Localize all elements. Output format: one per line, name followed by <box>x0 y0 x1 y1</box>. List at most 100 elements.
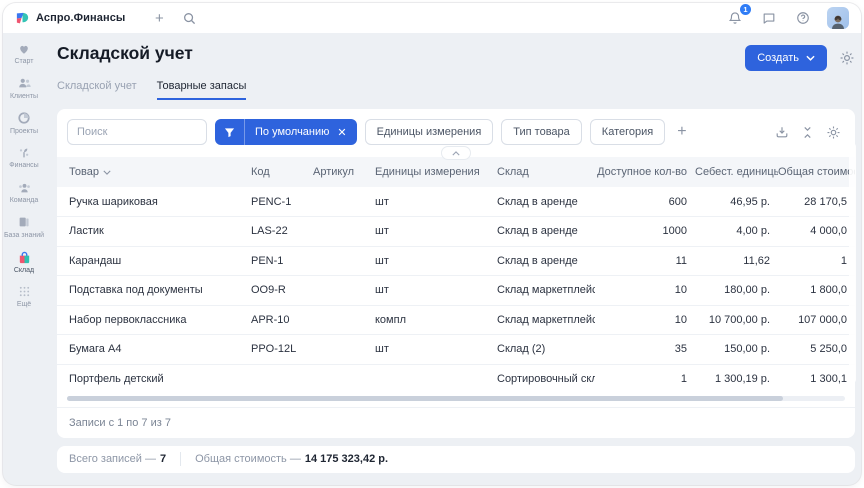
chevron-up-icon <box>452 151 460 156</box>
total-records-value: 7 <box>160 453 166 465</box>
sidebar-item-label: Проекты <box>10 128 38 137</box>
sidebar-item-label: Старт <box>14 58 33 67</box>
cell-total: 1 800,0 <box>778 276 855 306</box>
sidebar-item-label: Финансы <box>9 162 38 171</box>
main-content: Складской учет Создать Складской учет То… <box>45 33 861 485</box>
cell-warehouse: Склад маркетплейса <box>497 305 595 335</box>
collapse-rows-button[interactable] <box>802 126 813 139</box>
collapse-rows-icon <box>802 126 813 139</box>
horizontal-scrollbar-thumb[interactable] <box>67 396 783 401</box>
cell-qty: 1 <box>595 364 695 394</box>
notifications-button[interactable]: 1 <box>725 8 745 28</box>
sort-chevron-icon[interactable] <box>103 170 111 175</box>
sidebar: Старт Клиенты Проекты Финансы Команда Ба… <box>3 33 45 485</box>
cell-qty: 11 <box>595 246 695 276</box>
create-button[interactable]: Создать <box>745 45 827 71</box>
add-tab-button[interactable]: + <box>149 8 169 28</box>
vertical-scrollbar[interactable] <box>849 143 856 383</box>
export-button[interactable] <box>775 125 789 139</box>
cell-unit: компл <box>375 305 497 335</box>
cell-article <box>313 364 375 394</box>
cell-product: Портфель детский <box>57 364 251 394</box>
column-header-unit-cost[interactable]: Себест. единицы <box>695 157 778 187</box>
cell-product: Карандаш <box>57 246 251 276</box>
table-row[interactable]: Набор первоклассника APR-10 компл Склад … <box>57 305 855 335</box>
cell-code: APR-10 <box>251 305 313 335</box>
sidebar-item-finance[interactable]: Финансы <box>3 145 45 171</box>
add-filter-button[interactable]: + <box>677 123 686 141</box>
total-cost-label: Общая стоимость — <box>195 453 301 465</box>
cell-article <box>313 187 375 217</box>
more-icon <box>18 284 31 299</box>
sidebar-item-team[interactable]: Команда <box>3 180 45 206</box>
sidebar-item-knowledge-base[interactable]: База знаний <box>3 215 45 241</box>
chat-icon <box>762 11 776 25</box>
column-header-unit[interactable]: Единицы измерения <box>375 157 497 187</box>
cell-product: Набор первоклассника <box>57 305 251 335</box>
cell-unit-cost: 1 300,19 р. <box>695 364 778 394</box>
page-title: Складской учет <box>57 43 193 64</box>
knowledge-base-icon <box>17 215 31 230</box>
page-settings-button[interactable] <box>839 50 855 66</box>
app-brand[interactable]: Аспро.Финансы <box>15 11 125 26</box>
user-avatar[interactable] <box>827 7 849 29</box>
table-row[interactable]: Портфель детский Сортировочный скла 1 1 … <box>57 364 855 394</box>
column-header-code[interactable]: Код <box>251 157 313 187</box>
sidebar-item-label: Клиенты <box>10 93 38 102</box>
filter-chip-product-type[interactable]: Тип товара <box>501 119 582 145</box>
cell-warehouse: Склад в аренде <box>497 246 595 276</box>
filter-chip-units[interactable]: Единицы измерения <box>365 119 494 145</box>
messages-button[interactable] <box>759 8 779 28</box>
app-window: Аспро.Финансы + 1 <box>3 3 861 485</box>
cell-unit: шт <box>375 187 497 217</box>
cell-total: 28 170,5 <box>778 187 855 217</box>
cell-unit-cost: 11,62 <box>695 246 778 276</box>
cell-total: 4 000,0 <box>778 217 855 247</box>
sidebar-item-clients[interactable]: Клиенты <box>3 76 45 102</box>
table-row[interactable]: Бумага А4 PPO-12L шт Склад (2) 35 150,00… <box>57 335 855 365</box>
column-header-product[interactable]: Товар <box>57 157 251 187</box>
funnel-icon[interactable] <box>215 119 245 145</box>
cell-code: LAS-22 <box>251 217 313 247</box>
cell-warehouse: Склад в аренде <box>497 187 595 217</box>
cell-unit-cost: 4,00 р. <box>695 217 778 247</box>
cell-unit-cost: 150,00 р. <box>695 335 778 365</box>
default-filter-chip[interactable]: По умолчанию ✕ <box>215 119 357 145</box>
help-button[interactable] <box>793 8 813 28</box>
column-header-qty[interactable]: Доступное кол-во <box>595 157 695 187</box>
table-row[interactable]: Ручка шариковая PENC-1 шт Склад в аренде… <box>57 187 855 217</box>
global-search-button[interactable] <box>179 8 199 28</box>
chevron-down-icon <box>806 55 815 61</box>
cell-unit: шт <box>375 335 497 365</box>
cell-unit: шт <box>375 276 497 306</box>
sidebar-item-more[interactable]: Ещё <box>3 284 45 310</box>
warehouse-icon <box>17 250 32 265</box>
stock-card: По умолчанию ✕ Единицы измерения Тип тов… <box>57 109 855 438</box>
tab-stock[interactable]: Товарные запасы <box>157 80 247 100</box>
default-filter-label: По умолчанию <box>245 126 335 138</box>
filter-chip-category[interactable]: Категория <box>590 119 665 145</box>
sidebar-item-warehouse[interactable]: Склад <box>3 250 45 276</box>
column-header-article[interactable]: Артикул <box>313 157 375 187</box>
tab-warehouse-accounting[interactable]: Складской учет <box>57 80 137 100</box>
cell-total: 107 000,0 <box>778 305 855 335</box>
horizontal-scrollbar[interactable] <box>67 396 845 401</box>
table-row[interactable]: Карандаш PEN-1 шт Склад в аренде 11 11,6… <box>57 246 855 276</box>
cell-article <box>313 217 375 247</box>
finance-icon <box>17 145 31 160</box>
table-row[interactable]: Ластик LAS-22 шт Склад в аренде 1000 4,0… <box>57 217 855 247</box>
column-header-warehouse[interactable]: Склад <box>497 157 595 187</box>
search-input[interactable] <box>67 119 207 145</box>
topbar-right: 1 <box>725 7 849 29</box>
remove-filter-icon[interactable]: ✕ <box>335 126 356 139</box>
sidebar-item-start[interactable]: Старт <box>3 41 45 67</box>
table-settings-button[interactable] <box>826 125 841 140</box>
app-name: Аспро.Финансы <box>36 12 125 24</box>
sidebar-item-projects[interactable]: Проекты <box>3 111 45 137</box>
table-row[interactable]: Подставка под документы OO9-R шт Склад м… <box>57 276 855 306</box>
cell-unit-cost: 46,95 р. <box>695 187 778 217</box>
download-icon <box>775 125 789 139</box>
collapse-filters-button[interactable] <box>441 146 471 160</box>
cell-warehouse: Склад в аренде <box>497 217 595 247</box>
column-header-total-cost[interactable]: Общая стоимость <box>778 157 855 187</box>
